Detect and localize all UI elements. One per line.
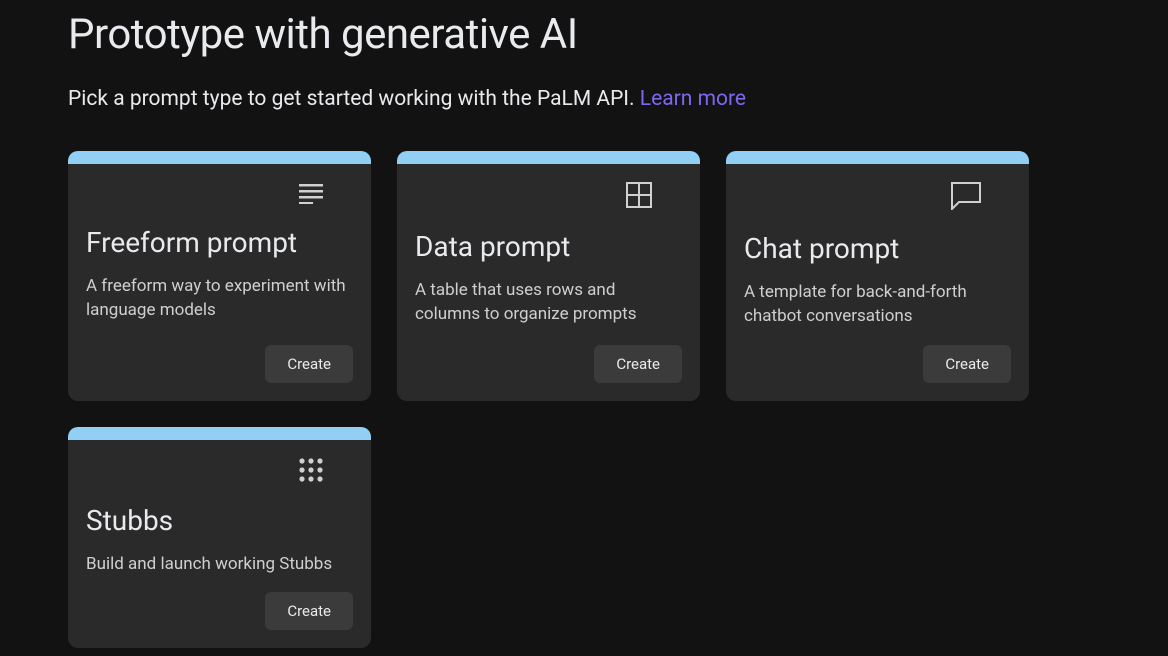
main-container: Prototype with generative AI Pick a prom… (0, 0, 1168, 648)
card-icon-row (415, 182, 652, 212)
card-icon-row (86, 458, 323, 486)
card-description: A table that uses rows and columns to or… (415, 279, 682, 327)
subtitle-text: Pick a prompt type to get started workin… (68, 87, 640, 111)
learn-more-link[interactable]: Learn more (640, 87, 746, 111)
card-button-row: Create (744, 345, 1011, 383)
card-body: Data prompt A table that uses rows and c… (397, 164, 700, 401)
card-description: Build and launch working Stubbs (86, 553, 353, 577)
card-accent (68, 151, 371, 164)
card-body: Stubbs Build and launch working Stubbs C… (68, 440, 371, 649)
card-title: Stubbs (86, 504, 353, 537)
card-title: Chat prompt (744, 232, 1011, 265)
card-stubbs[interactable]: Stubbs Build and launch working Stubbs C… (68, 427, 371, 649)
card-button-row: Create (86, 345, 353, 383)
apps-icon (299, 458, 323, 486)
card-accent (397, 151, 700, 164)
create-button[interactable]: Create (265, 592, 353, 630)
card-accent (726, 151, 1029, 164)
card-description: A freeform way to experiment with langua… (86, 275, 353, 323)
card-body: Freeform prompt A freeform way to experi… (68, 164, 371, 401)
card-chat-prompt[interactable]: Chat prompt A template for back-and-fort… (726, 151, 1029, 401)
chat-icon (951, 182, 981, 214)
card-button-row: Create (86, 592, 353, 630)
card-button-row: Create (415, 345, 682, 383)
card-title: Data prompt (415, 230, 682, 263)
grid-icon (626, 182, 652, 212)
create-button[interactable]: Create (594, 345, 682, 383)
text-lines-icon (299, 182, 323, 208)
page-subtitle: Pick a prompt type to get started workin… (68, 87, 1100, 111)
card-body: Chat prompt A template for back-and-fort… (726, 164, 1029, 401)
card-accent (68, 427, 371, 440)
card-icon-row (744, 182, 981, 214)
page-title: Prototype with generative AI (68, 10, 1100, 59)
card-title: Freeform prompt (86, 226, 353, 259)
create-button[interactable]: Create (265, 345, 353, 383)
create-button[interactable]: Create (923, 345, 1011, 383)
card-description: A template for back-and-forth chatbot co… (744, 281, 1011, 329)
card-data-prompt[interactable]: Data prompt A table that uses rows and c… (397, 151, 700, 401)
cards-grid: Freeform prompt A freeform way to experi… (68, 151, 1100, 648)
card-icon-row (86, 182, 323, 208)
card-freeform-prompt[interactable]: Freeform prompt A freeform way to experi… (68, 151, 371, 401)
